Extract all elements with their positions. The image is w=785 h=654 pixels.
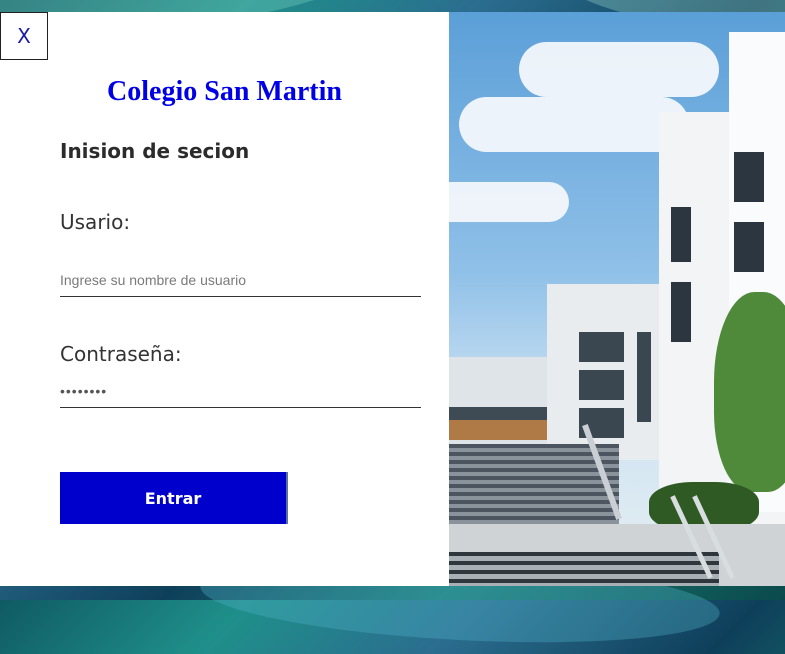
school-name: Colegio San Martin <box>107 76 342 107</box>
window <box>579 332 624 362</box>
window <box>671 207 691 262</box>
building-wood-trim <box>449 420 549 440</box>
login-button[interactable]: Entrar <box>60 472 288 524</box>
window <box>579 370 624 400</box>
tree <box>714 292 785 492</box>
password-label: Contraseña: <box>60 342 182 366</box>
window <box>734 152 764 202</box>
username-label: Usario: <box>60 210 131 234</box>
username-input[interactable] <box>60 263 421 297</box>
cloud <box>449 182 569 222</box>
password-input[interactable] <box>60 374 421 408</box>
login-heading: Inision de secion <box>60 139 250 163</box>
window <box>671 282 691 342</box>
cloud <box>519 42 719 97</box>
window <box>734 222 764 272</box>
close-button[interactable]: X <box>0 12 48 60</box>
login-panel: X Colegio San Martin Inision de secion U… <box>0 12 449 586</box>
window <box>637 332 651 422</box>
cloud <box>459 97 689 152</box>
front-steps <box>449 552 719 586</box>
school-building-image <box>449 12 785 586</box>
close-icon: X <box>17 24 31 48</box>
